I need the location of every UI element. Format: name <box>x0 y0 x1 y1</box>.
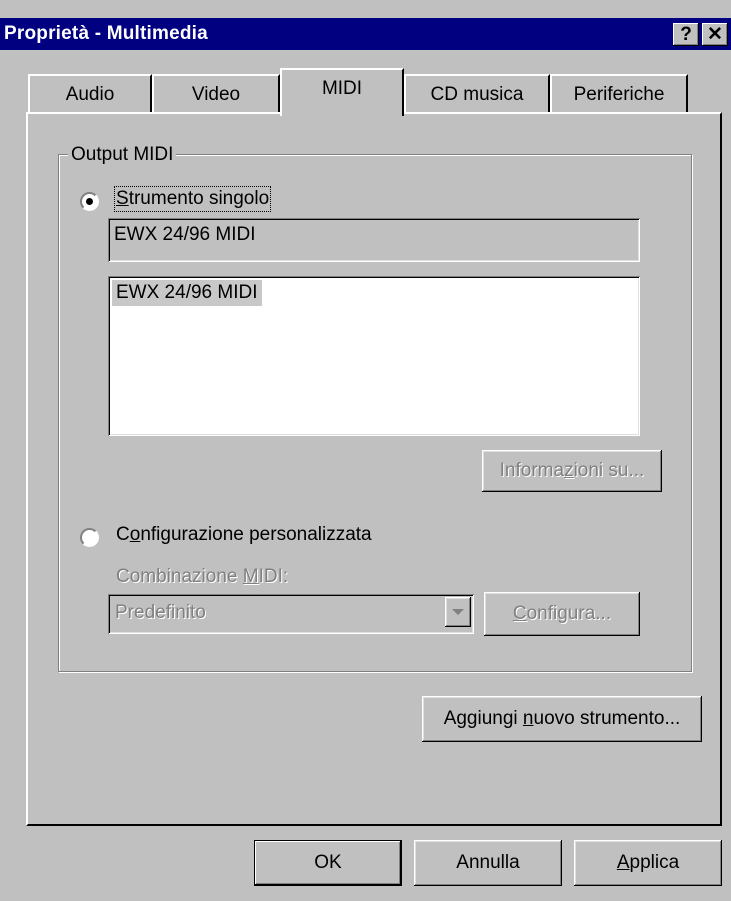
close-icon: ✕ <box>707 24 723 45</box>
btn-text: ioni su... <box>573 460 645 481</box>
tab-cd-musica[interactable]: CD musica <box>404 74 550 114</box>
custom-config-radio[interactable] <box>80 528 99 547</box>
cancel-button[interactable]: Annulla <box>414 840 562 886</box>
radio-selected-dot <box>86 198 93 205</box>
btn-text: Aggiungi <box>443 708 523 729</box>
close-button[interactable]: ✕ <box>702 23 728 46</box>
accel-key: M <box>242 566 259 587</box>
configure-button[interactable]: Configura... <box>484 592 640 636</box>
title-bar[interactable]: Proprietà - Multimedia ? ✕ <box>0 18 731 50</box>
accel-key: S <box>116 188 129 209</box>
midi-combination-select[interactable]: Predefinito <box>108 594 474 634</box>
accel-key: C <box>512 603 527 624</box>
tab-midi-label: MIDI <box>321 78 363 99</box>
btn-text: OK <box>314 852 342 873</box>
ok-button[interactable]: OK <box>254 840 402 886</box>
accel-key: z <box>564 460 574 481</box>
apply-button[interactable]: Applica <box>574 840 722 886</box>
accel-key: o <box>129 524 141 545</box>
add-new-instrument-button[interactable]: Aggiungi nuovo strumento... <box>422 696 702 742</box>
tab-audio-label: Audio <box>65 84 115 105</box>
tab-periferiche[interactable]: Periferiche <box>550 74 688 114</box>
midi-combination-label: Combinazione MIDI: <box>116 566 288 588</box>
single-instrument-label[interactable]: Strumento singolo <box>113 186 272 212</box>
label-text: IDI: <box>258 566 289 587</box>
label-text: Combinazione <box>116 566 243 587</box>
instrument-list[interactable]: EWX 24/96 MIDI <box>108 276 640 436</box>
btn-text: Annulla <box>456 852 520 873</box>
dropdown-button[interactable] <box>445 597 471 627</box>
label-text: C <box>116 524 130 545</box>
tab-cd-musica-label: CD musica <box>430 84 524 105</box>
midi-combination-value: Predefinito <box>115 602 206 623</box>
help-button[interactable]: ? <box>673 23 699 46</box>
accel-key: A <box>616 852 630 873</box>
chevron-down-icon <box>452 609 464 615</box>
tab-video[interactable]: Video <box>152 74 280 114</box>
single-instrument-radio[interactable] <box>80 192 99 211</box>
tab-midi[interactable]: MIDI <box>280 68 404 116</box>
current-instrument-value: EWX 24/96 MIDI <box>114 224 256 245</box>
btn-text: Informa <box>499 460 565 481</box>
current-instrument-field: EWX 24/96 MIDI <box>108 218 640 262</box>
custom-config-label[interactable]: Configurazione personalizzata <box>116 524 372 546</box>
info-button[interactable]: Informazioni su... <box>482 450 662 492</box>
btn-text: uovo strumento... <box>533 708 681 729</box>
btn-text: pplica <box>629 852 680 873</box>
accel-key: n <box>522 708 534 729</box>
list-item[interactable]: EWX 24/96 MIDI <box>112 280 262 306</box>
label-text: nfigurazione personalizzata <box>140 524 372 545</box>
tab-audio[interactable]: Audio <box>28 74 152 114</box>
output-midi-group-label: Output MIDI <box>68 144 177 166</box>
btn-text: onfigura... <box>526 603 612 624</box>
tab-video-label: Video <box>191 84 241 105</box>
tab-periferiche-label: Periferiche <box>573 84 665 105</box>
window-title: Proprietà - Multimedia <box>4 23 208 44</box>
properties-dialog: Proprietà - Multimedia ? ✕ Audio Video M… <box>0 0 731 901</box>
label-text: trumento singolo <box>128 188 270 209</box>
